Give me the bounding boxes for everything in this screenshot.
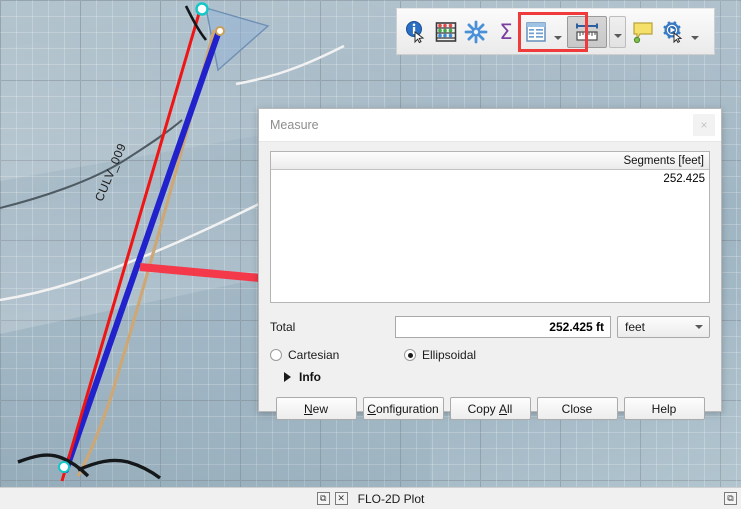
attribute-table-button[interactable] [521,15,551,49]
dialog-titlebar[interactable]: Measure × [259,109,721,142]
measure-ruler-icon [574,21,600,43]
dialog-title: Measure [270,118,319,132]
measure-tool-group [567,16,626,48]
configuration-button[interactable]: Configuration [363,397,444,420]
radio-ellipsoidal-label: Ellipsoidal [422,348,476,362]
radio-ellipsoidal[interactable]: Ellipsoidal [404,348,476,362]
gear-snowflake-icon [464,20,488,44]
dialog-body: Segments [feet] 252.425 Total 252.425 ft… [259,142,721,420]
map-tips-button[interactable] [628,15,658,49]
copy-all-button[interactable]: Copy All [450,397,531,420]
measure-dialog: Measure × Segments [feet] 252.425 Total … [258,108,722,412]
run-feature-action-button[interactable] [658,15,688,49]
total-row: Total 252.425 ft feet [270,316,710,338]
map-tips-callout-icon [631,20,655,44]
run-feature-action-icon [661,20,685,44]
units-combobox-value: feet [625,320,645,334]
panel-center-group: ⧉ ✕ FLO-2D Plot [0,492,741,506]
measure-vertex-bottom [59,462,69,472]
flo2d-plot-panel-bar: ⧉ ✕ FLO-2D Plot ⧉ [0,487,741,509]
units-combobox[interactable]: feet [617,316,710,338]
stream-line-white-2 [236,46,344,84]
chevron-down-icon [554,36,562,40]
attribute-table-icon [524,20,548,44]
measure-tool-dropdown[interactable] [609,16,626,48]
bank-line-black-right [78,460,160,478]
radio-cartesian[interactable]: Cartesian [270,348,404,362]
chevron-right-icon [284,372,291,382]
identify-features-icon [404,20,428,44]
panel-close-icon[interactable]: ✕ [335,492,348,505]
panel-right-float-icon[interactable]: ⧉ [724,492,737,505]
measure-rubber-band [62,10,200,481]
info-section-label: Info [299,370,321,384]
chevron-down-icon [695,325,703,329]
culvert-line-blue [66,31,219,470]
panel-title: FLO-2D Plot [358,492,425,506]
measure-line-button[interactable] [567,16,607,48]
close-icon[interactable]: × [693,114,715,136]
total-value-field: 252.425 ft [395,316,611,338]
identify-features-button[interactable] [401,15,431,49]
processing-toolbox-button[interactable] [461,15,491,49]
culvert-vertex-top [216,27,224,35]
measure-vertex-top [197,4,208,15]
run-feature-action-dropdown[interactable] [688,15,701,49]
close-button[interactable]: Close [537,397,618,420]
chevron-down-icon [614,34,622,38]
measure-mode-radio-group: Cartesian Ellipsoidal [270,348,710,362]
total-label: Total [270,320,395,334]
panel-float-icon[interactable]: ⧉ [317,492,330,505]
dialog-button-row: New Configuration Copy All Close Help [270,397,710,420]
statistical-summary-button[interactable]: Σ [491,15,521,49]
segments-table[interactable]: Segments [feet] 252.425 [270,151,710,303]
attribute-table-dropdown[interactable] [551,15,564,49]
new-button[interactable]: New [276,397,357,420]
radio-mark-cartesian [270,349,282,361]
info-collapsible-section[interactable]: Info [270,370,710,384]
radio-mark-ellipsoidal [404,349,416,361]
bank-line-black-left [18,455,88,476]
segments-column-header[interactable]: Segments [feet] [271,152,709,170]
svg-text:Σ: Σ [499,20,512,44]
field-calculator-button[interactable] [431,15,461,49]
attributes-toolbar: Σ [396,8,715,55]
help-button[interactable]: Help [624,397,705,420]
chevron-down-icon [691,36,699,40]
field-calculator-abacus-icon [434,20,458,44]
sigma-statistics-icon: Σ [494,20,518,44]
radio-cartesian-label: Cartesian [288,348,339,362]
table-row[interactable]: 252.425 [271,170,709,187]
